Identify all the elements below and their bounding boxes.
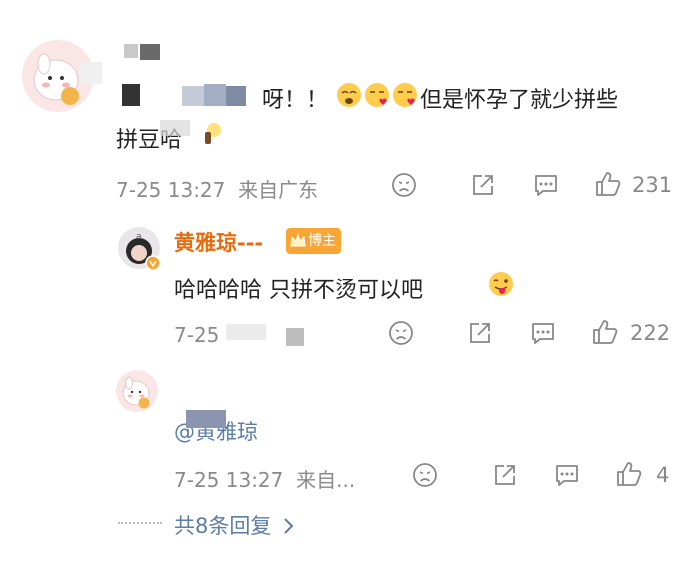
avatar[interactable] (116, 370, 158, 412)
dotted-divider (118, 522, 162, 524)
dislike-face-icon[interactable] (391, 172, 417, 202)
blogger-badge: 博主 (286, 228, 341, 254)
pixelated-username (124, 44, 138, 58)
like-count: 222 (630, 321, 671, 345)
tongue-out-emoji-icon (487, 270, 515, 302)
dislike-face-icon[interactable] (412, 462, 438, 492)
like-thumb-icon[interactable] (591, 318, 619, 350)
svg-text:a: a (136, 232, 142, 242)
comment-icon[interactable] (532, 172, 560, 202)
rabbit-avatar-icon (122, 376, 150, 409)
reply-author-name[interactable]: 黄雅琼--- (174, 227, 263, 257)
comment-text: 但是怀孕了就少拼些 (420, 88, 619, 113)
pixelated-mention (226, 86, 246, 106)
like-thumb-icon[interactable] (594, 170, 622, 202)
crown-icon (290, 233, 306, 247)
comment-text: 呀！！ (262, 88, 329, 113)
share-icon[interactable] (492, 462, 518, 492)
comment-icon[interactable] (553, 462, 581, 492)
pixelated-mention (182, 86, 204, 106)
dislike-face-icon[interactable] (388, 320, 414, 350)
pixelated-overlay (160, 120, 190, 136)
pixelated-mention (204, 84, 226, 106)
pixelated-username (140, 44, 160, 60)
share-icon[interactable] (467, 320, 493, 350)
like-count: 231 (632, 173, 673, 197)
comment-icon[interactable] (529, 320, 557, 350)
pixelated-timestamp (226, 324, 266, 340)
emoji-row (336, 80, 418, 114)
pixelated-username (80, 62, 102, 84)
lightbulb-emoji-icon (200, 120, 224, 152)
comment-timestamp: 7-25 13:27 来自广东 (116, 178, 319, 202)
crying-face-icon (337, 83, 361, 107)
more-replies-link[interactable]: 共8条回复 (174, 510, 296, 540)
kissing-heart-icon (393, 83, 417, 107)
pixelated-mention (186, 410, 226, 428)
like-count: 4 (656, 463, 670, 487)
reply-timestamp: 7-25 (174, 323, 220, 347)
more-replies-label: 共8条回复 (174, 514, 272, 538)
like-thumb-icon[interactable] (615, 460, 643, 492)
verified-badge-icon (145, 255, 161, 275)
chevron-right-icon (284, 518, 294, 534)
reply-timestamp: 7-25 13:27 来自... (174, 468, 356, 492)
pixelated-mention (122, 84, 140, 106)
pixelated-timestamp (286, 328, 304, 346)
share-icon[interactable] (470, 172, 496, 202)
reply-text: 哈哈哈哈 只拼不烫可以吧 (174, 278, 423, 303)
kissing-heart-icon (365, 83, 389, 107)
